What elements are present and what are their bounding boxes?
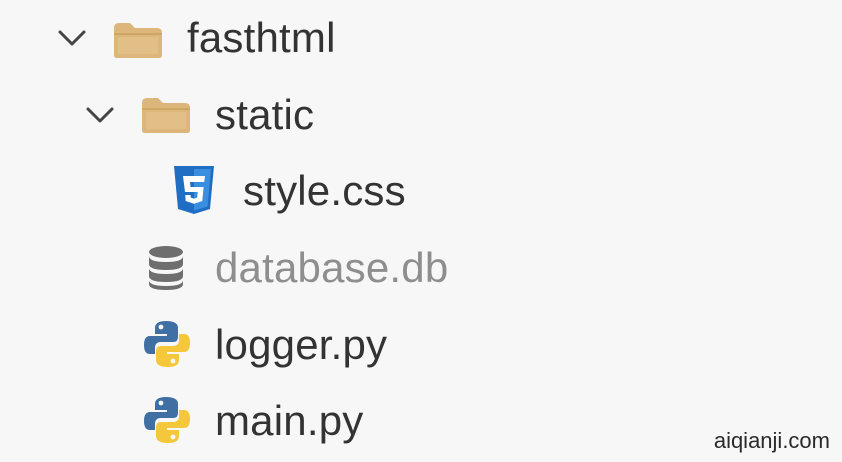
css3-icon bbox=[174, 166, 214, 214]
tree-item-label: main.py bbox=[215, 397, 364, 444]
tree-item-style-css[interactable]: style.css bbox=[0, 153, 842, 229]
folder-icon bbox=[142, 98, 190, 133]
tree-item-fasthtml-folder[interactable]: fasthtml bbox=[0, 0, 842, 76]
tree-item-logger-py[interactable]: logger.py bbox=[0, 307, 842, 383]
tree-item-label: style.css bbox=[243, 167, 406, 214]
tree-item-label: logger.py bbox=[215, 321, 388, 368]
tree-item-database-db[interactable]: database.db bbox=[0, 230, 842, 306]
tree-item-static-folder[interactable]: static bbox=[0, 77, 842, 153]
chevron-down-icon[interactable] bbox=[84, 99, 116, 131]
chevron-down-icon[interactable] bbox=[56, 22, 88, 54]
tree-item-label: static bbox=[215, 91, 315, 138]
database-icon bbox=[149, 246, 183, 290]
file-explorer-tree: fasthtml static style.css database.db lo… bbox=[0, 0, 842, 462]
folder-icon bbox=[114, 23, 162, 58]
tree-item-label: fasthtml bbox=[187, 14, 336, 61]
watermark: aiqianji.com bbox=[713, 428, 830, 453]
tree-item-label: database.db bbox=[215, 244, 449, 291]
python-icon bbox=[144, 321, 190, 367]
python-icon bbox=[144, 397, 190, 443]
